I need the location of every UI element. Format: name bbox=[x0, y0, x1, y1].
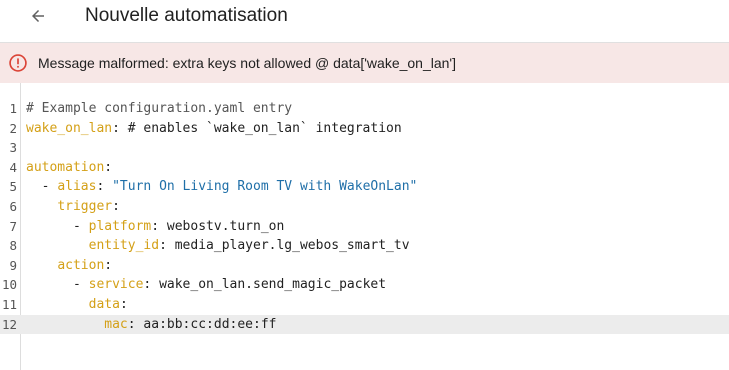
yaml-value: wake_on_lan.send_magic_packet bbox=[159, 277, 387, 293]
line-number: 5 bbox=[9, 179, 17, 195]
indent: - bbox=[26, 218, 89, 234]
code-text: - service: wake_on_lan.send_magic_packet bbox=[26, 275, 386, 295]
code-text: # Example configuration.yaml entry bbox=[26, 99, 292, 119]
code-text: data: bbox=[26, 295, 128, 315]
line-number: 3 bbox=[9, 140, 17, 156]
top-app-bar: Nouvelle automatisation bbox=[0, 0, 729, 43]
yaml-key: automation bbox=[26, 159, 105, 175]
yaml-string: "Turn On Living Room TV with WakeOnLan" bbox=[112, 179, 418, 195]
code-line[interactable]: 4 automation: bbox=[0, 158, 729, 178]
separator: : bbox=[104, 159, 113, 175]
code-text: - platform: webostv.turn_on bbox=[26, 217, 284, 237]
separator: : bbox=[112, 199, 120, 214]
separator: : bbox=[143, 277, 160, 293]
page-title: Nouvelle automatisation bbox=[85, 5, 288, 26]
yaml-key: entity_id bbox=[88, 238, 160, 254]
line-number: 11 bbox=[1, 297, 17, 312]
separator: : bbox=[96, 179, 113, 195]
code-text: wake_on_lan: # enables `wake_on_lan` int… bbox=[26, 119, 402, 139]
code-line[interactable]: 9 action: bbox=[0, 256, 729, 276]
separator: : bbox=[104, 257, 113, 273]
separator: : bbox=[151, 218, 167, 234]
code-text: action: bbox=[26, 256, 112, 276]
error-message: Message malformed: extra keys not allowe… bbox=[38, 55, 456, 71]
code-line[interactable]: 3 bbox=[0, 138, 729, 158]
back-button[interactable] bbox=[22, 2, 54, 30]
code-line[interactable]: 10 - service: wake_on_lan.send_magic_pac… bbox=[0, 275, 729, 295]
code-line[interactable]: 8 entity_id: media_player.lg_webos_smart… bbox=[0, 236, 729, 256]
line-number: 8 bbox=[9, 238, 17, 254]
code-text: trigger: bbox=[26, 197, 120, 217]
yaml-key: wake_on_lan bbox=[26, 120, 113, 136]
yaml-key: service bbox=[88, 277, 144, 293]
code-line[interactable]: 12 mac: aa:bb:cc:dd:ee:ff bbox=[0, 314, 729, 335]
yaml-value: aa:bb:cc:dd:ee:ff bbox=[143, 316, 277, 332]
yaml-value: media_player.lg_webos_smart_tv bbox=[174, 238, 410, 254]
line-number: 2 bbox=[9, 120, 17, 136]
line-number: 12 bbox=[1, 316, 17, 332]
code-line[interactable]: 5 - alias: "Turn On Living Room TV with … bbox=[0, 177, 729, 197]
yaml-key: data bbox=[88, 297, 120, 312]
code-text: - alias: "Turn On Living Room TV with Wa… bbox=[26, 177, 418, 197]
code-line[interactable]: 7 - platform: webostv.turn_on bbox=[0, 217, 729, 237]
yaml-key: mac bbox=[104, 316, 128, 332]
line-number: 6 bbox=[9, 199, 17, 214]
line-number: 9 bbox=[9, 257, 17, 273]
line-number: 4 bbox=[9, 159, 17, 175]
comment-token: # Example configuration.yaml entry bbox=[26, 101, 293, 116]
yaml-key: alias bbox=[57, 179, 97, 195]
line-number: 7 bbox=[9, 218, 17, 234]
indent: - bbox=[26, 179, 58, 195]
yaml-value: # enables `wake_on_lan` integration bbox=[127, 120, 402, 136]
code-text: automation: bbox=[26, 158, 112, 178]
arrow-left-icon bbox=[32, 10, 44, 22]
separator: : bbox=[159, 238, 175, 254]
yaml-key: action bbox=[57, 257, 105, 273]
separator: : bbox=[127, 316, 144, 332]
code-line[interactable]: 6 trigger: bbox=[0, 197, 729, 217]
code-line[interactable]: 11 data: bbox=[0, 295, 729, 315]
code-line[interactable]: 1 # Example configuration.yaml entry bbox=[0, 99, 729, 119]
separator: : bbox=[119, 297, 128, 312]
line-number: 10 bbox=[1, 277, 17, 293]
line-number: 1 bbox=[9, 101, 17, 116]
indent: - bbox=[26, 277, 89, 293]
error-banner: Message malformed: extra keys not allowe… bbox=[0, 43, 729, 83]
alert-circle-icon bbox=[8, 53, 28, 73]
code-text: entity_id: media_player.lg_webos_smart_t… bbox=[26, 236, 410, 256]
yaml-key: platform bbox=[88, 218, 152, 234]
yaml-code-editor[interactable]: 1 # Example configuration.yaml entry 2 wake… bbox=[0, 83, 729, 370]
yaml-key: trigger bbox=[57, 199, 113, 214]
yaml-value: webostv.turn_on bbox=[166, 218, 285, 234]
separator: : bbox=[112, 120, 128, 136]
code-line[interactable]: 2 wake_on_lan: # enables `wake_on_lan` in… bbox=[0, 119, 729, 139]
code-text: mac: aa:bb:cc:dd:ee:ff bbox=[26, 315, 276, 335]
